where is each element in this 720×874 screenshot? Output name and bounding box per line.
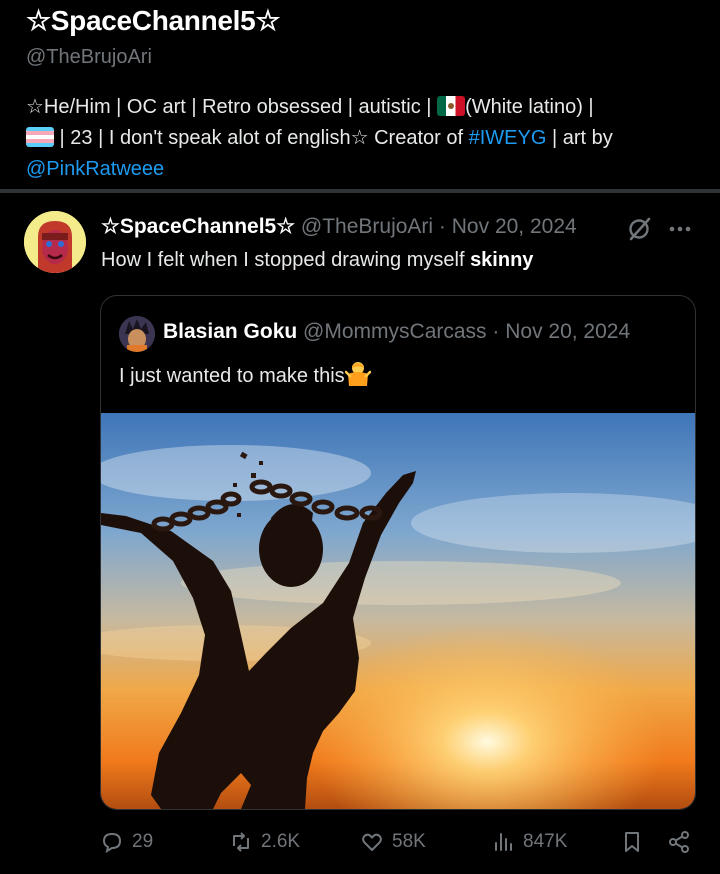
reply-icon (102, 832, 122, 854)
avatar[interactable] (24, 211, 86, 273)
quoted-date[interactable]: Nov 20, 2024 (505, 320, 630, 343)
mexico-flag-icon (437, 96, 466, 116)
share-icon (669, 831, 689, 853)
quoted-header: Blasian Goku @MommysCarcass · Nov 20, 20… (163, 320, 630, 344)
grok-icon[interactable] (626, 216, 652, 242)
quoted-avatar[interactable] (119, 316, 155, 352)
tweet-header: ☆SpaceChannel5☆ @TheBrujoAri · Nov 20, 2… (101, 214, 577, 239)
like-count: 58K (392, 831, 426, 852)
meta-separator: · (433, 215, 452, 238)
profile-bio: ☆He/Him | OC art | Retro obsessed | auti… (26, 92, 706, 185)
hashtag-link[interactable]: #IWEYG (469, 127, 547, 149)
section-divider (0, 189, 720, 193)
like-icon (362, 833, 382, 851)
tweet-author-name[interactable]: ☆SpaceChannel5☆ (101, 215, 295, 238)
bio-text: (White latino) | (465, 96, 594, 118)
meta-separator: · (486, 320, 506, 343)
views-icon (495, 833, 512, 851)
quoted-text: I just wanted to make this (119, 360, 371, 388)
trans-flag-icon (26, 127, 54, 147)
quoted-tweet[interactable]: Blasian Goku @MommysCarcass · Nov 20, 20… (100, 295, 696, 810)
person-shrugging-icon (344, 362, 371, 386)
tweet-text-bold: skinny (470, 249, 534, 271)
repost-count: 2.6K (261, 831, 301, 852)
tweet-author-handle[interactable]: @TheBrujoAri (301, 215, 433, 238)
bookmark-button[interactable] (620, 822, 644, 862)
profile-display-name: ☆SpaceChannel5☆ (26, 5, 281, 36)
more-icon[interactable] (668, 225, 692, 233)
repost-icon (233, 832, 249, 852)
like-button[interactable]: 58K (360, 822, 426, 862)
mention-link[interactable]: @PinkRatweee (26, 158, 164, 180)
profile-handle: @TheBrujoAri (26, 46, 152, 68)
reply-count: 29 (132, 831, 154, 852)
quoted-text-content: I just wanted to make this (119, 365, 345, 387)
bio-text: ☆He/Him | OC art | Retro obsessed | auti… (26, 96, 438, 118)
views-button[interactable]: 847K (491, 822, 567, 862)
bio-text: | art by (546, 127, 613, 149)
reply-button[interactable]: 29 (100, 822, 153, 862)
quoted-author-name[interactable]: Blasian Goku (163, 320, 297, 343)
share-button[interactable] (667, 822, 691, 862)
bookmark-icon (625, 832, 639, 852)
tweet-text-plain: How I felt when I stopped drawing myself (101, 249, 471, 271)
bio-text: | 23 | I don't speak alot of english☆ Cr… (54, 127, 469, 149)
repost-button[interactable]: 2.6K (229, 822, 300, 862)
views-count: 847K (523, 831, 568, 852)
quoted-author-handle[interactable]: @MommysCarcass (303, 320, 487, 343)
quoted-image[interactable] (101, 413, 695, 809)
action-bar: 29 2.6K 58K 847K (0, 822, 720, 862)
tweet-date[interactable]: Nov 20, 2024 (452, 215, 577, 238)
tweet-text: How I felt when I stopped drawing myself… (101, 249, 533, 272)
